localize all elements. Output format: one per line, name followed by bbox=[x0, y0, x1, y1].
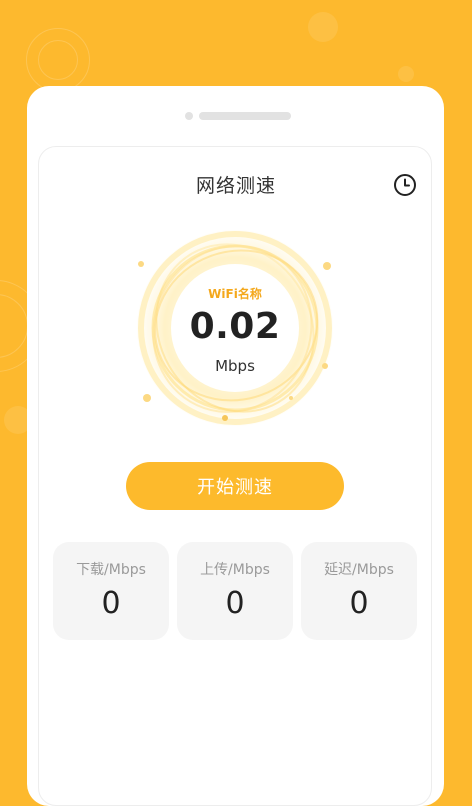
start-speed-test-button[interactable]: 开始测速 bbox=[126, 462, 344, 510]
sheet-handle-dot bbox=[185, 112, 193, 120]
latency-stat-label: 延迟/Mbps bbox=[324, 562, 394, 578]
latency-stat-card: 延迟/Mbps 0 bbox=[301, 542, 417, 640]
gauge-dot bbox=[322, 363, 328, 369]
gauge-dot bbox=[323, 262, 331, 270]
sheet-handle-bar[interactable] bbox=[199, 112, 291, 120]
download-stat-card: 下载/Mbps 0 bbox=[53, 542, 169, 640]
latency-stat-value: 0 bbox=[349, 586, 369, 621]
gauge-dot bbox=[289, 396, 293, 400]
upload-stat-card: 上传/Mbps 0 bbox=[177, 542, 293, 640]
decor-bubble bbox=[398, 66, 414, 82]
upload-stat-value: 0 bbox=[225, 586, 245, 621]
gauge-dot bbox=[138, 261, 144, 267]
download-stat-label: 下载/Mbps bbox=[76, 562, 146, 578]
wifi-name-label: WiFi名称 bbox=[208, 287, 262, 301]
upload-stat-label: 上传/Mbps bbox=[200, 562, 270, 578]
current-speed-unit: Mbps bbox=[215, 357, 255, 375]
current-speed-value: 0.02 bbox=[189, 306, 281, 347]
gauge-dot bbox=[143, 394, 151, 402]
gauge-dot bbox=[222, 415, 228, 421]
decor-ring bbox=[38, 40, 78, 80]
history-clock-icon[interactable] bbox=[393, 173, 417, 197]
decor-bubble bbox=[308, 12, 338, 42]
download-stat-value: 0 bbox=[101, 586, 121, 621]
page-title: 网络测速 bbox=[195, 175, 276, 197]
